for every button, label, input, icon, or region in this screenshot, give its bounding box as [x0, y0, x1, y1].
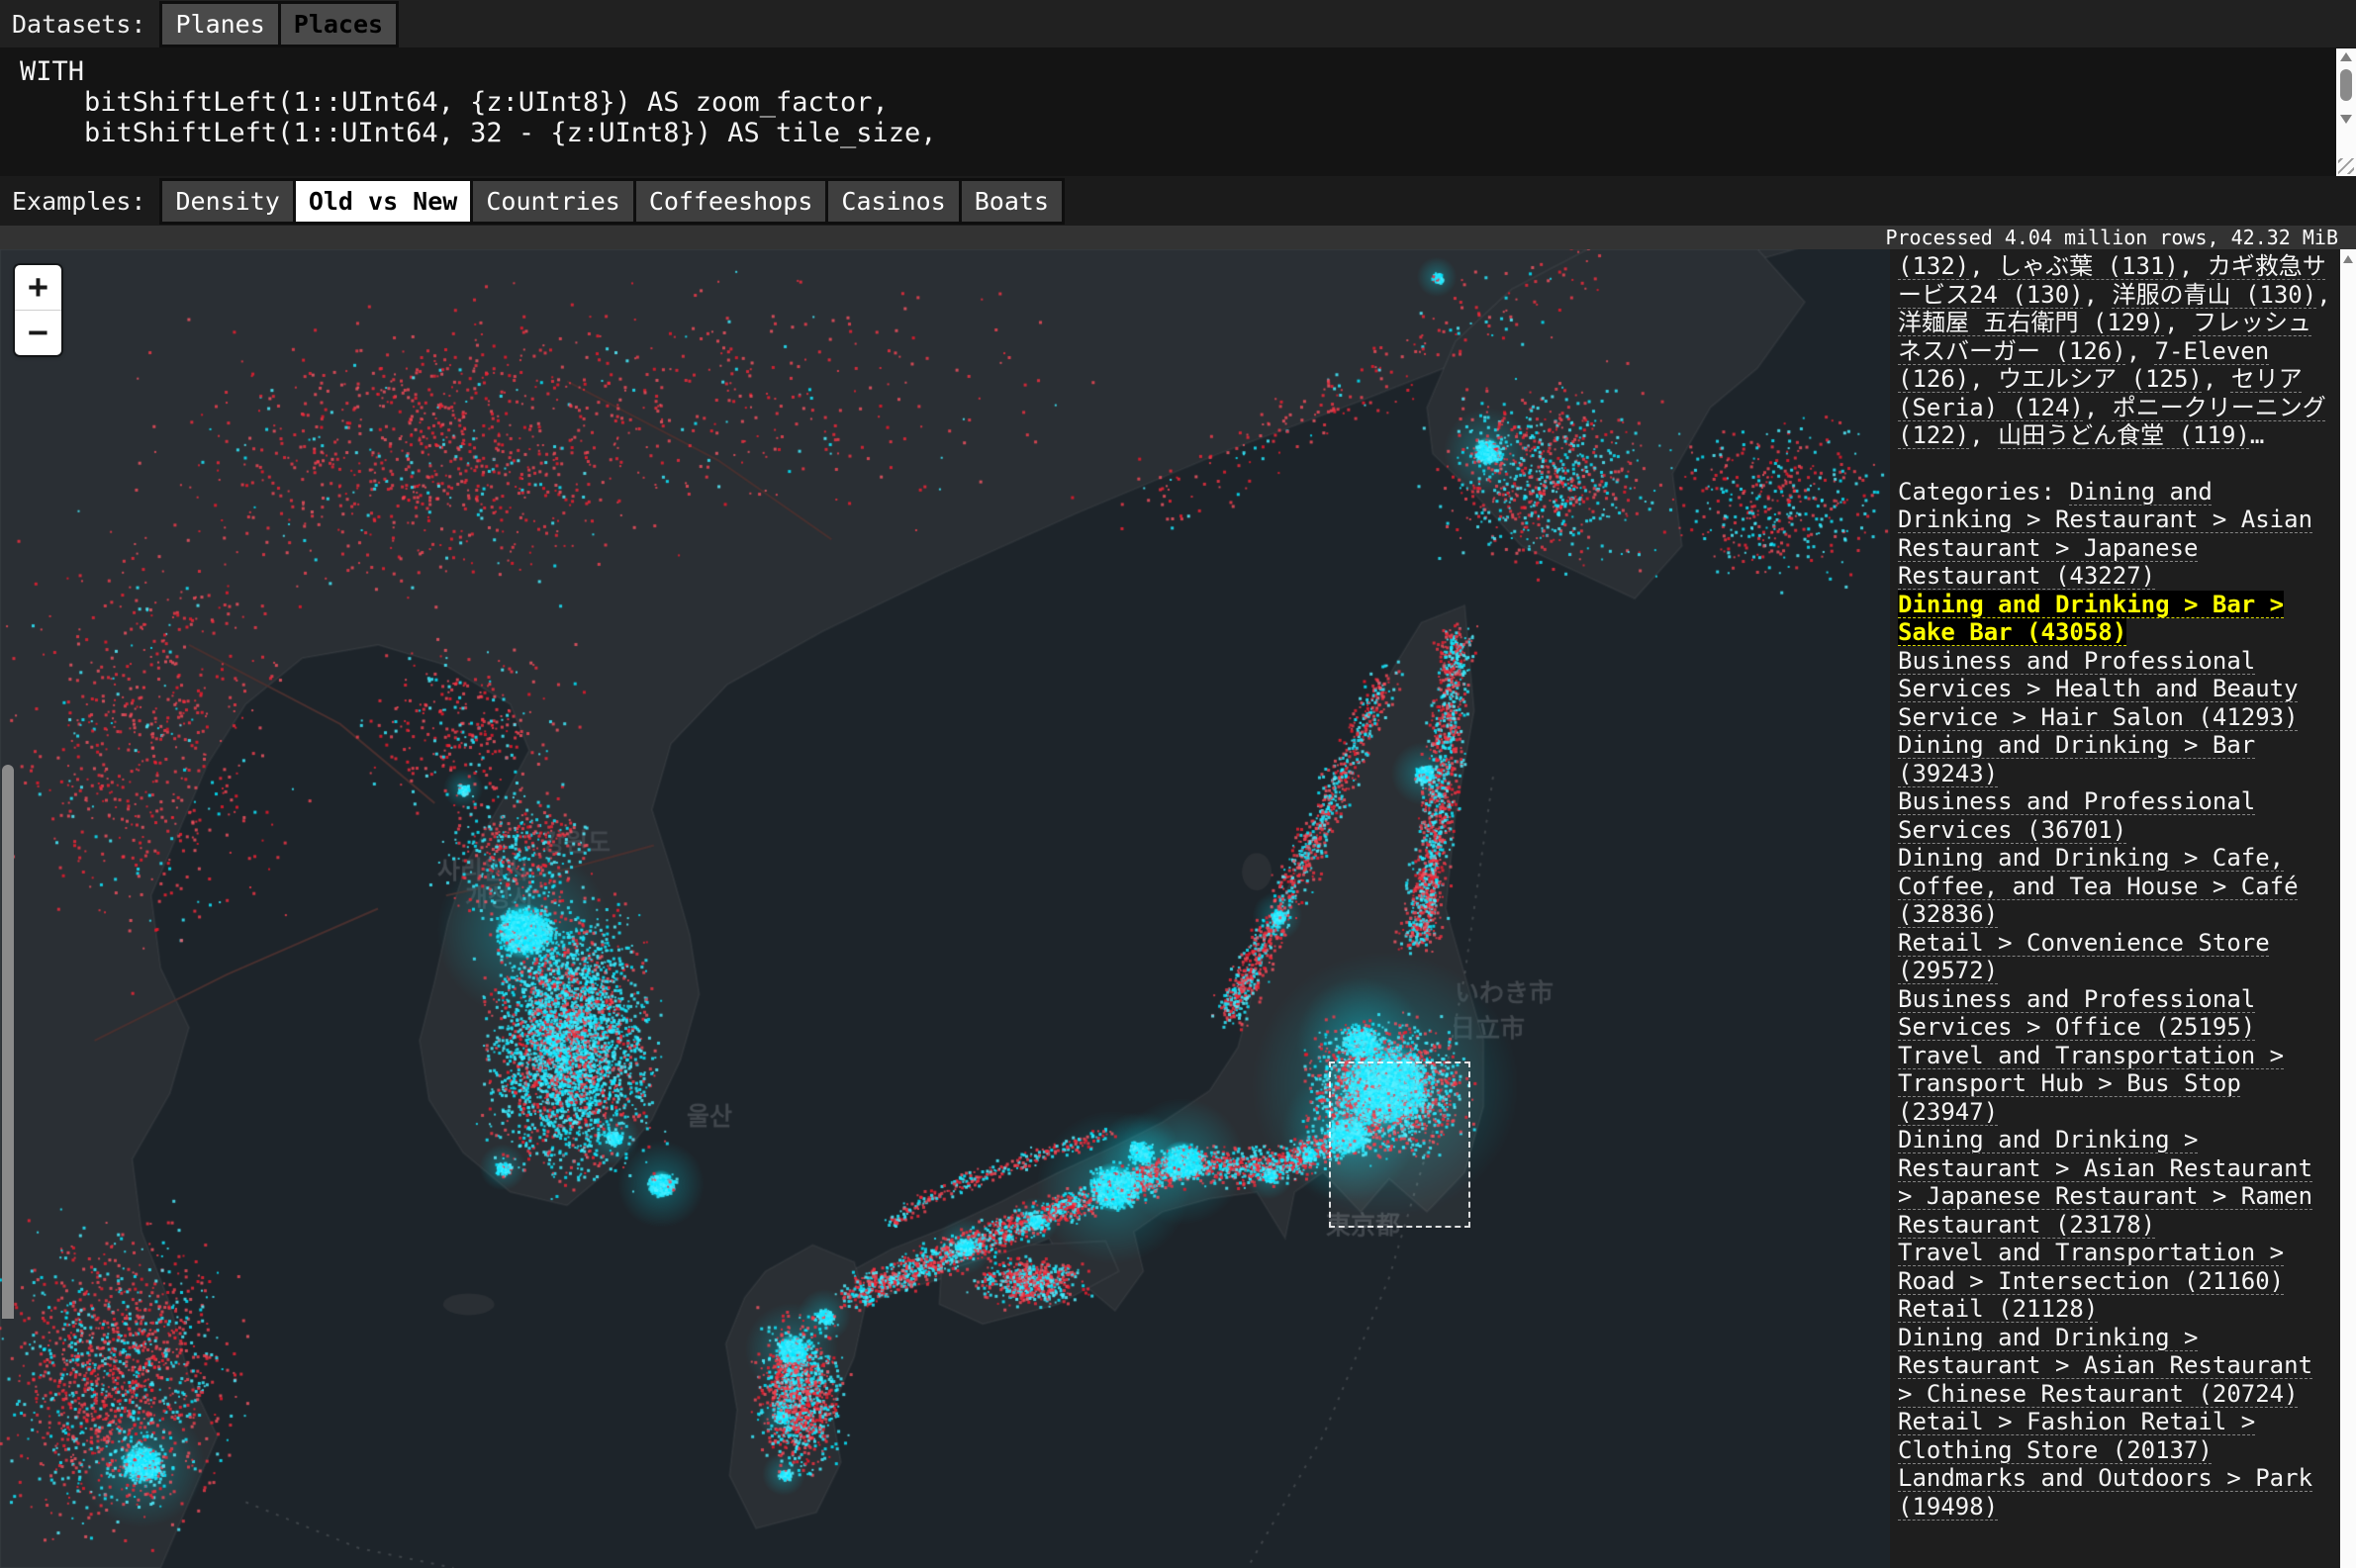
- scrollbar-thumb[interactable]: [2340, 69, 2352, 101]
- map-zoom-out-button[interactable]: −: [15, 311, 61, 355]
- categories-label: Categories:: [1898, 478, 2069, 506]
- sql-code[interactable]: WITH bitShiftLeft(1::UInt64, {z:UInt8}) …: [0, 47, 2356, 148]
- map-canvas[interactable]: [0, 249, 1890, 1568]
- examples-label: Examples:: [12, 187, 145, 216]
- category-link[interactable]: Dining and Drinking > Bar > Sake Bar (43…: [1898, 591, 2284, 647]
- results-panel: (132), しゃぶ葉 (131), カギ救急サービス24 (130), 洋服の…: [1890, 249, 2340, 1568]
- category-link[interactable]: Landmarks and Outdoors > Park (19498): [1898, 1464, 2312, 1521]
- category-link[interactable]: Retail > Convenience Store (29572): [1898, 929, 2270, 985]
- textarea-resize-grip-icon[interactable]: [2336, 147, 2356, 176]
- category-link[interactable]: Business and Professional Services > Off…: [1898, 985, 2255, 1042]
- map-zoom-control: + −: [15, 265, 61, 355]
- category-link[interactable]: Business and Professional Services (3670…: [1898, 787, 2255, 844]
- category-link[interactable]: Dining and Drinking > Restaurant > Asian…: [1898, 1126, 2312, 1239]
- scroll-up-icon[interactable]: [2343, 255, 2353, 263]
- category-link[interactable]: Dining and Drinking > Cafe, Coffee, and …: [1898, 844, 2299, 928]
- example-button-group: DensityOld vs NewCountriesCoffeeshopsCas…: [159, 178, 1065, 225]
- brand-link[interactable]: しゃぶ葉 (131): [1998, 252, 2179, 280]
- category-link[interactable]: Dining and Drinking > Bar (39243): [1898, 731, 2255, 787]
- brand-link[interactable]: ウエルシア (125): [1998, 365, 2203, 393]
- brand-link[interactable]: (132): [1898, 252, 1969, 280]
- page-scrollbar-thumb[interactable]: [2, 765, 14, 1319]
- example-button-boats[interactable]: Boats: [959, 178, 1065, 225]
- scroll-up-icon[interactable]: [2340, 52, 2352, 61]
- dataset-button-places[interactable]: Places: [278, 1, 399, 47]
- brand-link[interactable]: 山田うどん食堂 (119): [1998, 421, 2250, 449]
- dataset-button-group: PlanesPlaces: [159, 1, 399, 47]
- status-bar: Processed 4.04 million rows, 42.32 MiB: [0, 226, 2356, 249]
- app-window: Datasets: PlanesPlaces WITH bitShiftLeft…: [0, 0, 2356, 1568]
- example-button-density[interactable]: Density: [159, 178, 295, 225]
- category-link[interactable]: Travel and Transportation > Transport Hu…: [1898, 1042, 2284, 1126]
- top-brands-list: (132), しゃぶ葉 (131), カギ救急サービス24 (130), 洋服の…: [1898, 252, 2333, 450]
- example-button-countries[interactable]: Countries: [470, 178, 635, 225]
- category-link[interactable]: Retail > Fashion Retail > Clothing Store…: [1898, 1408, 2255, 1464]
- sql-editor-scrollbar[interactable]: [2336, 48, 2356, 147]
- query-stats-text: Processed 4.04 million rows, 42.32 MiB: [1885, 226, 2338, 249]
- example-button-casinos[interactable]: Casinos: [825, 178, 961, 225]
- dataset-button-planes[interactable]: Planes: [159, 1, 280, 47]
- map-selection-rectangle: [1329, 1061, 1470, 1228]
- brand-link[interactable]: 洋麺屋 五右衛門 (129): [1898, 309, 2164, 336]
- examples-bar: Examples: DensityOld vs NewCountriesCoff…: [0, 176, 2356, 226]
- brand-link[interactable]: 洋服の青山 (130): [2113, 281, 2317, 309]
- map-zoom-in-button[interactable]: +: [15, 265, 61, 311]
- datasets-bar: Datasets: PlanesPlaces: [0, 0, 2356, 47]
- example-button-coffeeshops[interactable]: Coffeeshops: [633, 178, 829, 225]
- sql-editor[interactable]: WITH bitShiftLeft(1::UInt64, {z:UInt8}) …: [0, 47, 2356, 176]
- category-link[interactable]: Travel and Transportation > Road > Inter…: [1898, 1239, 2284, 1295]
- datasets-label: Datasets:: [12, 10, 145, 39]
- example-button-old-vs-new[interactable]: Old vs New: [293, 178, 474, 225]
- category-link[interactable]: Retail (21128): [1898, 1295, 2098, 1323]
- category-link[interactable]: Dining and Drinking > Restaurant > Asian…: [1898, 1324, 2312, 1408]
- category-link[interactable]: Business and Professional Services > Hea…: [1898, 647, 2299, 731]
- page-scrollbar[interactable]: [2340, 249, 2356, 1568]
- map-viewport[interactable]: + −: [0, 249, 1890, 1568]
- scroll-down-icon[interactable]: [2340, 115, 2352, 124]
- categories-list: Categories: Dining and Drinking > Restau…: [1898, 478, 2333, 1522]
